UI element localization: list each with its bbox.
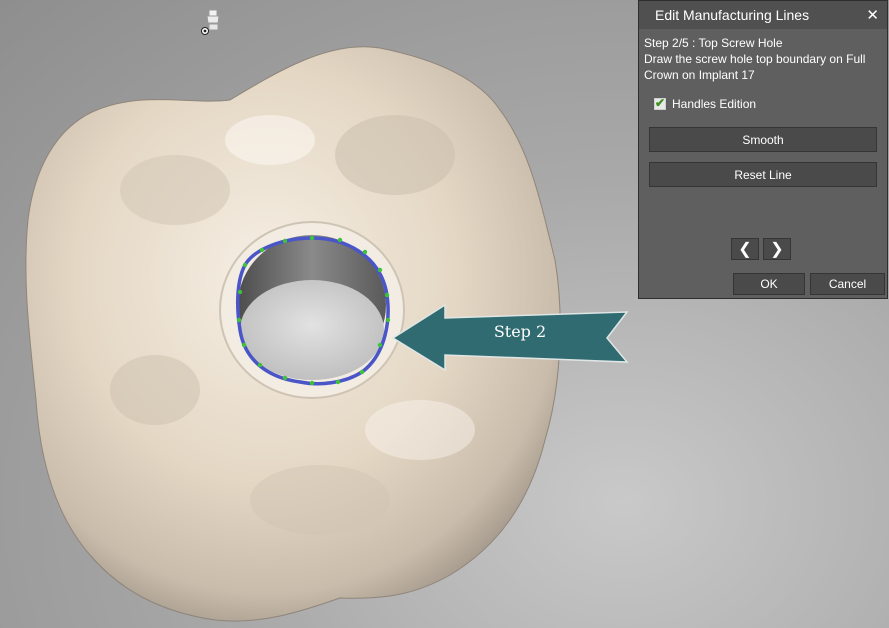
highlight: [225, 115, 315, 165]
smooth-button[interactable]: Smooth: [649, 127, 877, 152]
step-title: Step 2/5 : Top Screw Hole: [644, 36, 783, 50]
next-step-button[interactable]: ❯: [763, 238, 791, 260]
step-description: Draw the screw hole top boundary on Full…: [644, 52, 866, 82]
fossa-shadow: [110, 355, 200, 425]
fossa-shadow: [335, 115, 455, 195]
dialog-title: Edit Manufacturing Lines: [655, 7, 810, 23]
checkmark-icon: ✔: [655, 96, 666, 110]
handles-edition-label: Handles Edition: [672, 97, 757, 111]
step-annotation-label: Step 2: [493, 322, 547, 341]
dialog-header: Edit Manufacturing Lines ✕: [639, 1, 887, 29]
highlight: [365, 400, 475, 460]
handles-edition-checkbox[interactable]: ✔ Handles Edition: [654, 96, 887, 111]
edit-manufacturing-lines-dialog: Edit Manufacturing Lines ✕ Step 2/5 : To…: [638, 0, 888, 299]
ok-button[interactable]: OK: [733, 273, 805, 295]
scan-body-icon[interactable]: [198, 6, 228, 36]
fossa-shadow: [250, 465, 390, 535]
close-icon[interactable]: ✕: [866, 8, 879, 23]
fossa-shadow: [120, 155, 230, 225]
reset-line-button[interactable]: Reset Line: [649, 162, 877, 187]
checkbox-box[interactable]: ✔: [654, 96, 666, 110]
cancel-button[interactable]: Cancel: [810, 273, 885, 295]
previous-step-button[interactable]: ❮: [731, 238, 759, 260]
